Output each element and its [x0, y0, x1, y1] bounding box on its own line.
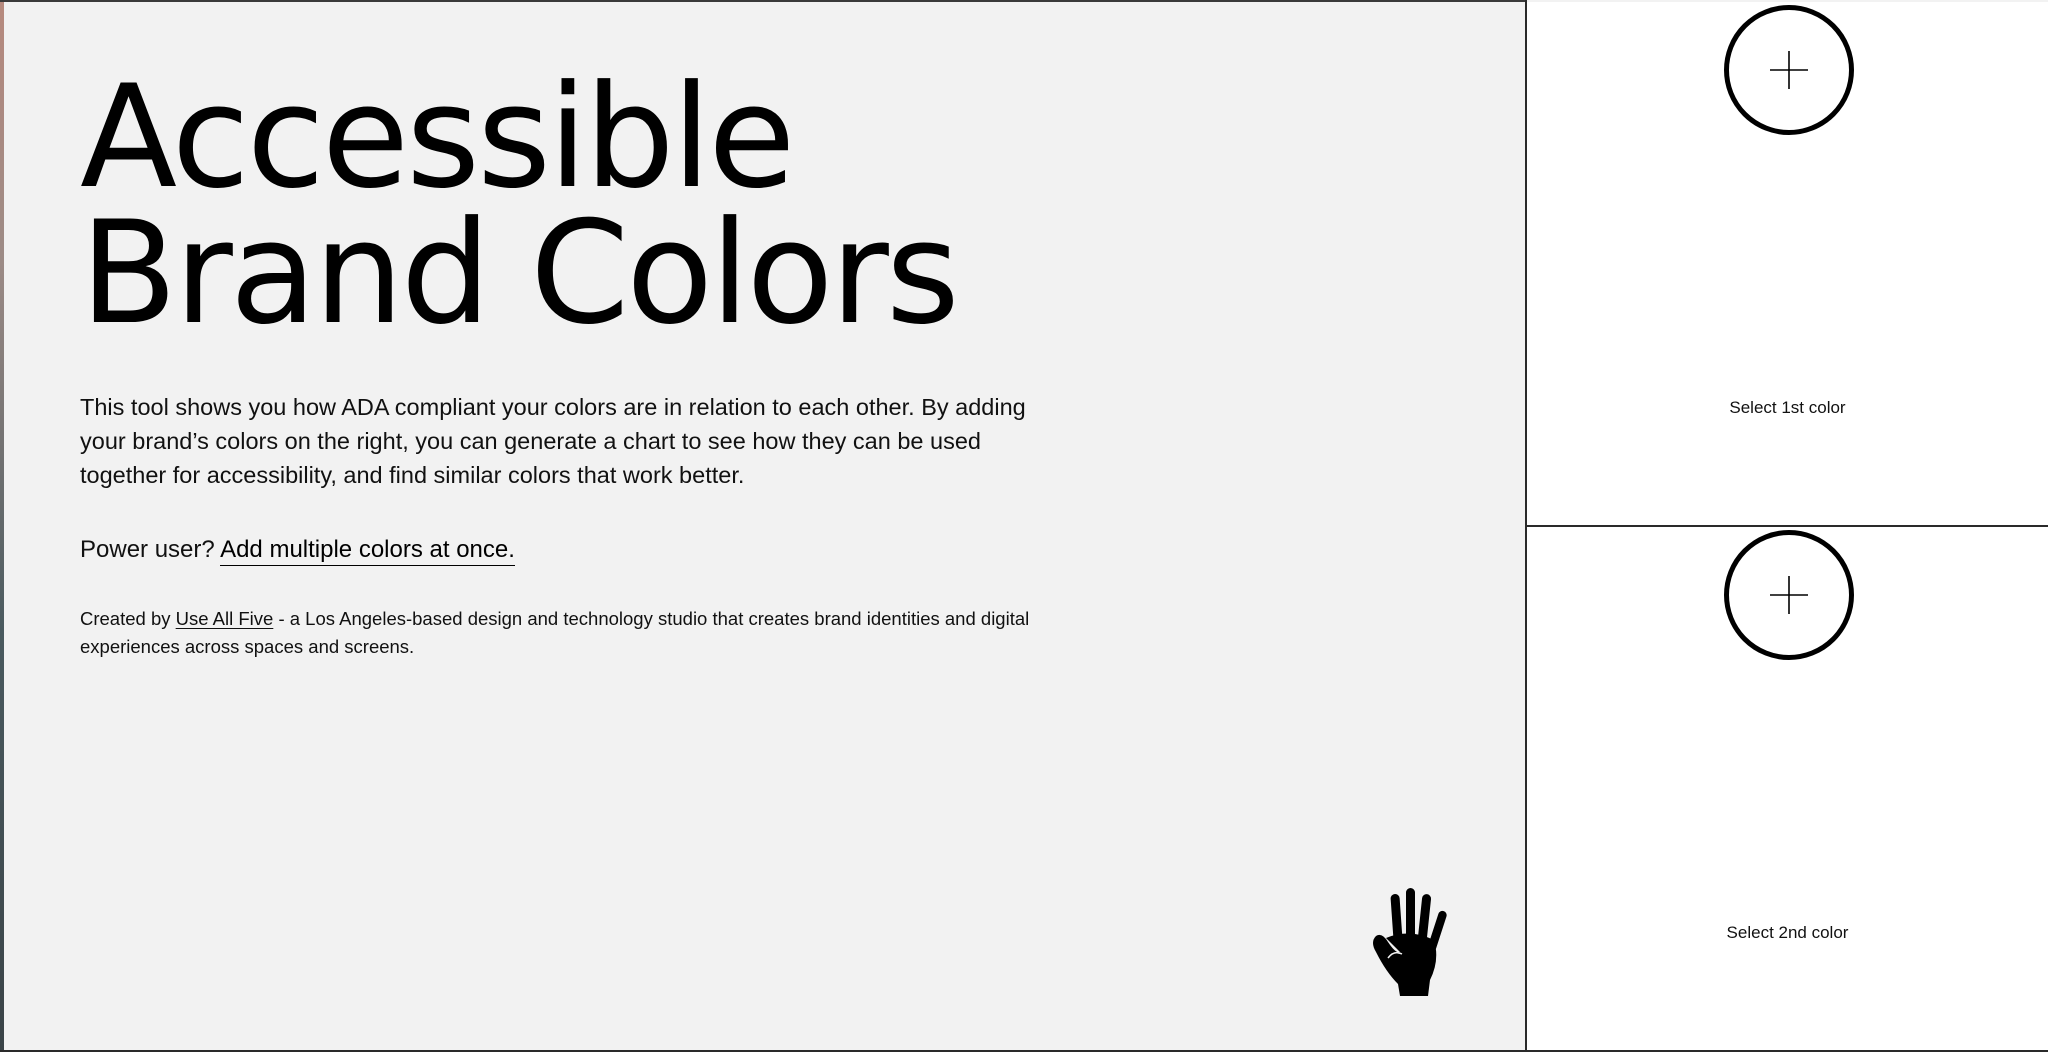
- page-title: Accessible Brand Colors: [80, 55, 960, 356]
- intro-panel: Accessible Brand Colors This tool shows …: [4, 2, 1525, 1050]
- power-user-prompt: Power user?: [80, 536, 215, 563]
- credit-paragraph: Created by Use All Five - a Los Angeles-…: [80, 605, 1055, 661]
- raised-hand-icon[interactable]: [1366, 888, 1456, 998]
- page-title-line-2: Brand Colors: [80, 191, 960, 356]
- add-multiple-colors-link[interactable]: Add multiple colors at once.: [220, 536, 515, 566]
- add-color-2-button[interactable]: [1724, 530, 1854, 660]
- color-picker-2-label: Select 2nd color: [1726, 923, 1849, 942]
- power-user-line: Power user? Add multiple colors at once.: [80, 532, 515, 568]
- credit-prefix: Created by: [80, 608, 171, 629]
- color-picker-2[interactable]: Select 2nd color: [1527, 527, 2048, 1050]
- use-all-five-link[interactable]: Use All Five: [176, 608, 274, 629]
- page-title-line-1: Accessible: [80, 55, 796, 220]
- plus-icon: [1770, 51, 1808, 89]
- color-picker-1[interactable]: Select 1st color: [1527, 2, 2048, 525]
- raised-hand-svg: [1373, 888, 1447, 996]
- intro-paragraph: This tool shows you how ADA compliant yo…: [80, 394, 1026, 488]
- app-window: Accessible Brand Colors This tool shows …: [0, 0, 2048, 1052]
- add-color-1-button[interactable]: [1724, 5, 1854, 135]
- color-picker-1-label: Select 1st color: [1729, 398, 1846, 417]
- plus-icon: [1770, 576, 1808, 614]
